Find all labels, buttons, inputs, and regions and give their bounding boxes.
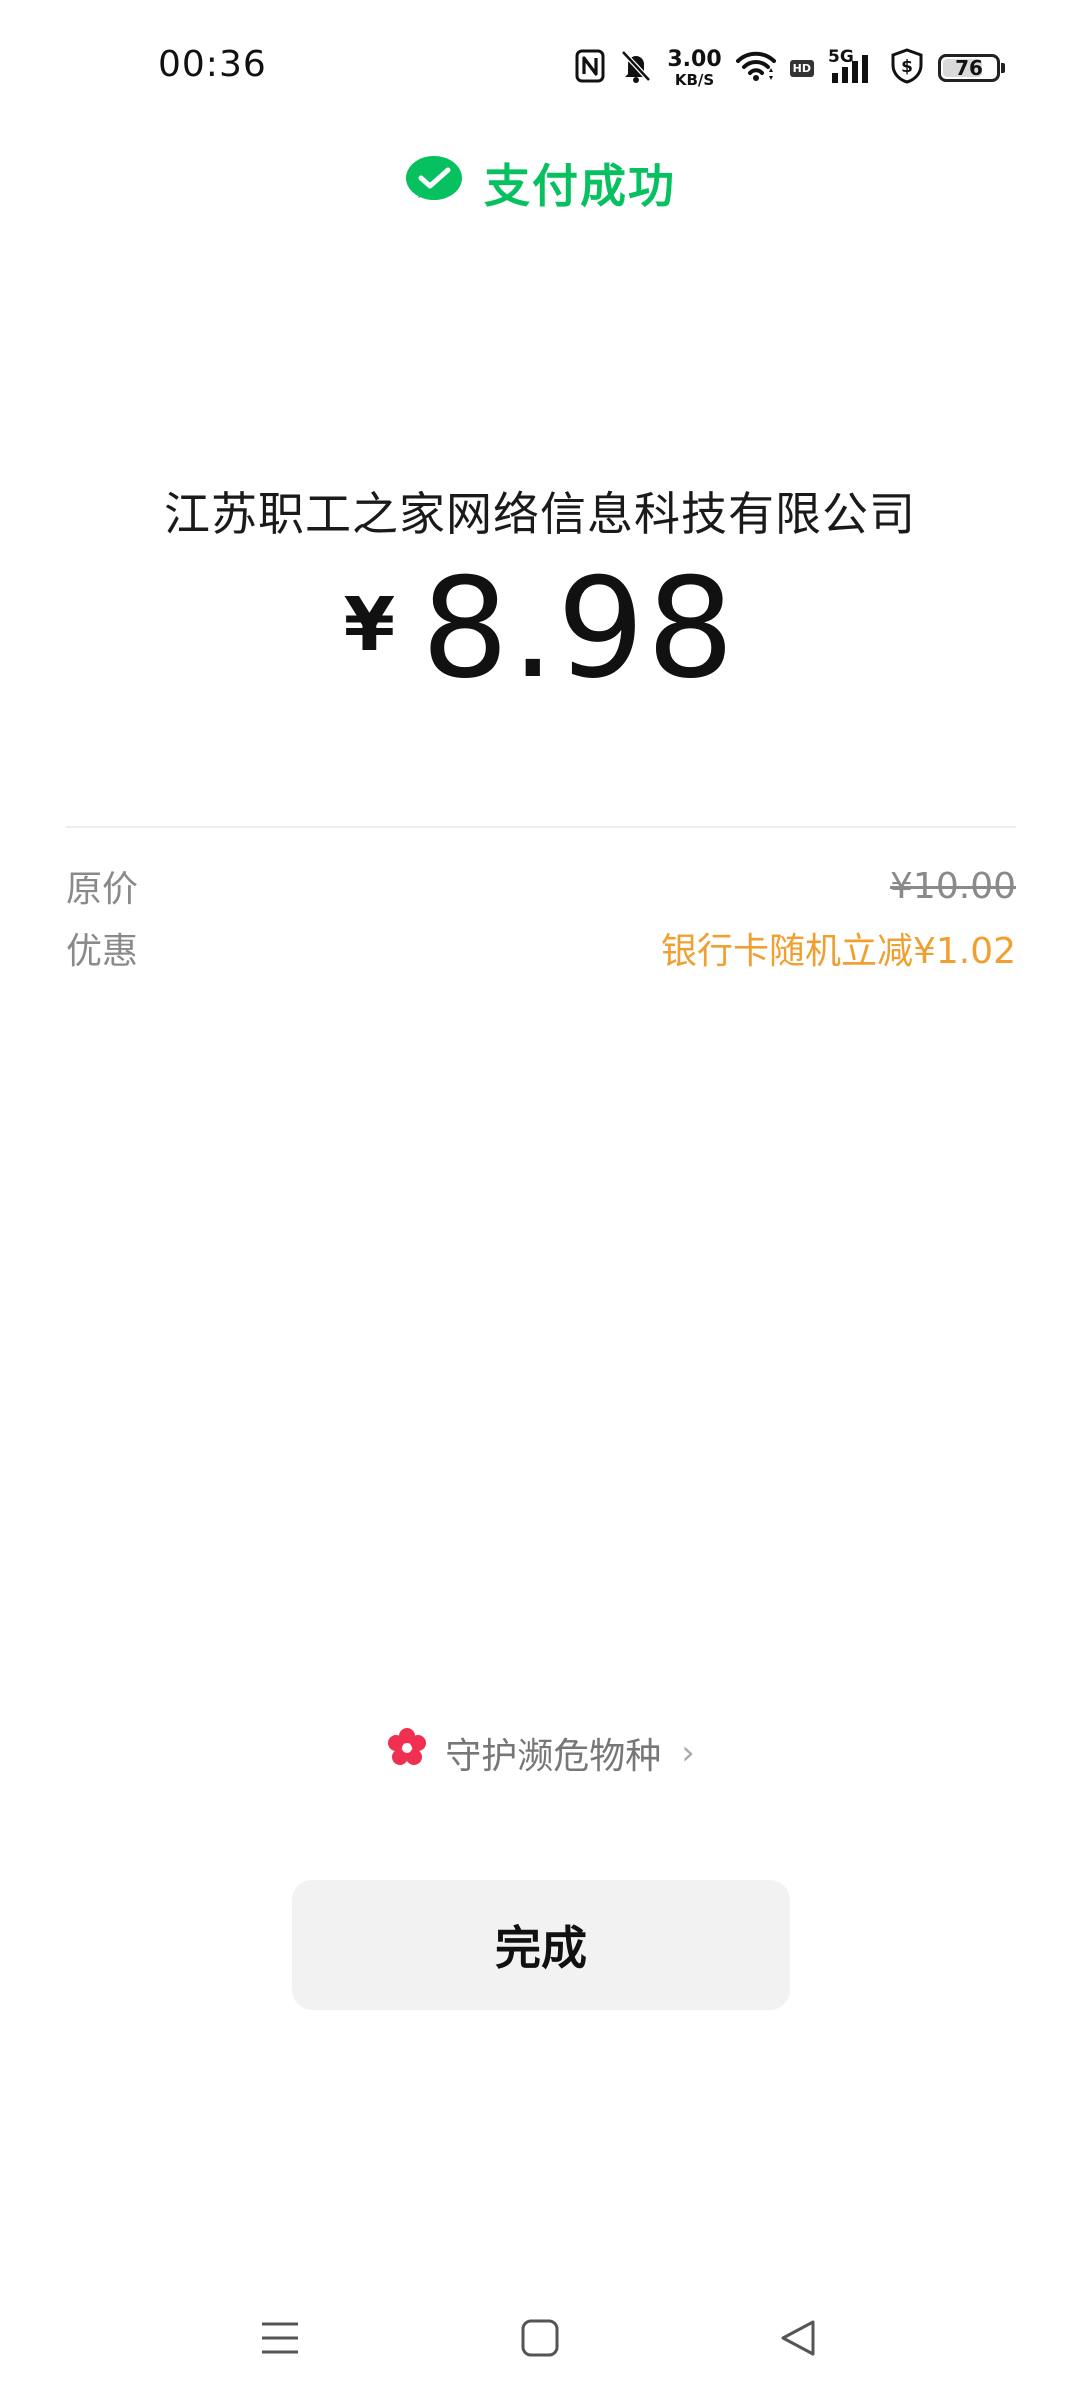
status-icons: 3.00 KB/S HD 5G $ 76 <box>575 40 1005 96</box>
signal-5g-icon: 5G <box>828 47 876 85</box>
shield-dollar-icon: $ <box>890 48 924 88</box>
wechat-pay-icon <box>404 154 464 212</box>
original-price-value: ¥10.00 <box>890 865 1016 907</box>
payment-amount: ¥ 8.98 <box>0 560 1080 698</box>
protect-species-label: 守护濒危物种 <box>445 1735 662 1777</box>
detail-label: 原价 <box>66 869 139 910</box>
chevron-right-icon: › <box>681 1732 695 1773</box>
divider <box>66 826 1016 828</box>
wifi-icon <box>735 50 776 86</box>
bell-muted-icon <box>619 48 653 88</box>
discount-value: 银行卡随机立减¥1.02 <box>660 931 1016 972</box>
success-header: 支付成功 <box>0 150 1080 216</box>
nfc-icon <box>575 49 605 87</box>
status-time: 00:36 <box>158 44 267 85</box>
status-bar: 00:36 3.00 KB/S HD 5G $ 76 <box>0 0 1080 130</box>
net-speed: 3.00 KB/S <box>667 46 722 89</box>
success-title: 支付成功 <box>484 159 676 213</box>
net-speed-unit: KB/S <box>674 70 715 89</box>
amount-value: 8.98 <box>421 548 737 709</box>
merchant-name: 江苏职工之家网络信息科技有限公司 <box>164 487 916 541</box>
hd-icon: HD <box>789 59 814 77</box>
back-triangle-icon[interactable] <box>768 2308 828 2368</box>
svg-text:$: $ <box>901 57 913 77</box>
menu-icon[interactable] <box>250 2308 310 2368</box>
detail-label: 优惠 <box>66 931 139 972</box>
done-button[interactable]: 完成 <box>292 1880 790 2010</box>
detail-row-discount: 优惠 银行卡随机立减¥1.02 <box>66 922 1016 974</box>
flower-icon <box>385 1726 429 1779</box>
home-square-icon[interactable] <box>510 2308 570 2368</box>
currency-symbol: ¥ <box>343 582 396 668</box>
battery-icon: 76 <box>938 54 1005 82</box>
protect-species-link[interactable]: 守护濒危物种 › <box>0 1726 1080 1779</box>
battery-level: 76 <box>955 56 983 80</box>
system-nav-bar <box>0 2300 1080 2380</box>
detail-row-original-price: 原价 ¥10.00 <box>66 860 1016 912</box>
network-type-label: 5G <box>828 47 854 67</box>
net-speed-value: 3.00 <box>667 46 722 72</box>
